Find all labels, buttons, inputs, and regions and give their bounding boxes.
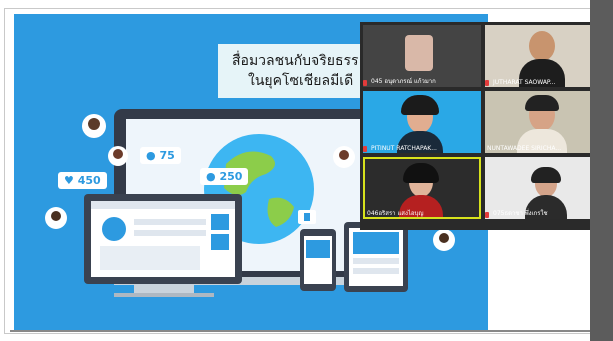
avatar-icon [82,114,106,138]
likes-count: 450 [77,174,101,187]
participant-tile[interactable]: JUTHARAT SAOWAP... [485,25,603,87]
participant-name: JUTHARAT SAOWAP... [493,79,556,86]
comment-icon: ● [206,170,216,183]
heart-icon: ♥ [64,174,74,187]
participant-name: 045 อนุดาภรณ์ แก้วมาก [371,78,436,85]
user-icon: ● [146,149,156,162]
video-gallery: 045 อนุดาภรณ์ แก้วมาก JUTHARAT SAOWAP...… [360,22,608,230]
participant-name: PITINUT RATCHAPAK... [371,145,437,152]
bottom-divider [10,330,590,332]
comments-count: 250 [219,170,243,183]
participant-name: 075ธดาชา พึ่งเกรใช [493,210,548,217]
slide-title-line1: สื่อมวลชนกับจริยธรร [232,53,359,69]
comments-badge: ● 250 [200,168,249,185]
participant-tile[interactable]: PITINUT RATCHAPAK... [363,91,481,153]
participant-tile[interactable]: NUNTAWADEE SIRICHA... [485,91,603,153]
participant-tile[interactable]: 075ธดาชา พึ่งเกรใช [485,157,603,219]
likes-badge: ♥ 450 [58,172,107,189]
participant-tile[interactable]: 045 อนุดาภรณ์ แก้วมาก [363,25,481,87]
right-edge-bar [590,0,613,341]
participant-name: NUNTAWADEE SIRICHA... [487,145,562,152]
mic-muted-icon [485,212,489,218]
slide-title-line2: ในยุคโซเชียลมีเดี [248,73,354,89]
mic-muted-icon [363,80,367,86]
followers-count: 75 [159,149,175,162]
followers-badge: ● 75 [140,147,181,164]
participant-name: 046อริสรา แสงไอบุญ [367,210,424,217]
participant-tile-active-speaker[interactable]: 046อริสรา แสงไอบุญ [363,157,481,219]
mic-muted-icon [485,80,489,86]
mic-muted-icon [363,146,367,152]
